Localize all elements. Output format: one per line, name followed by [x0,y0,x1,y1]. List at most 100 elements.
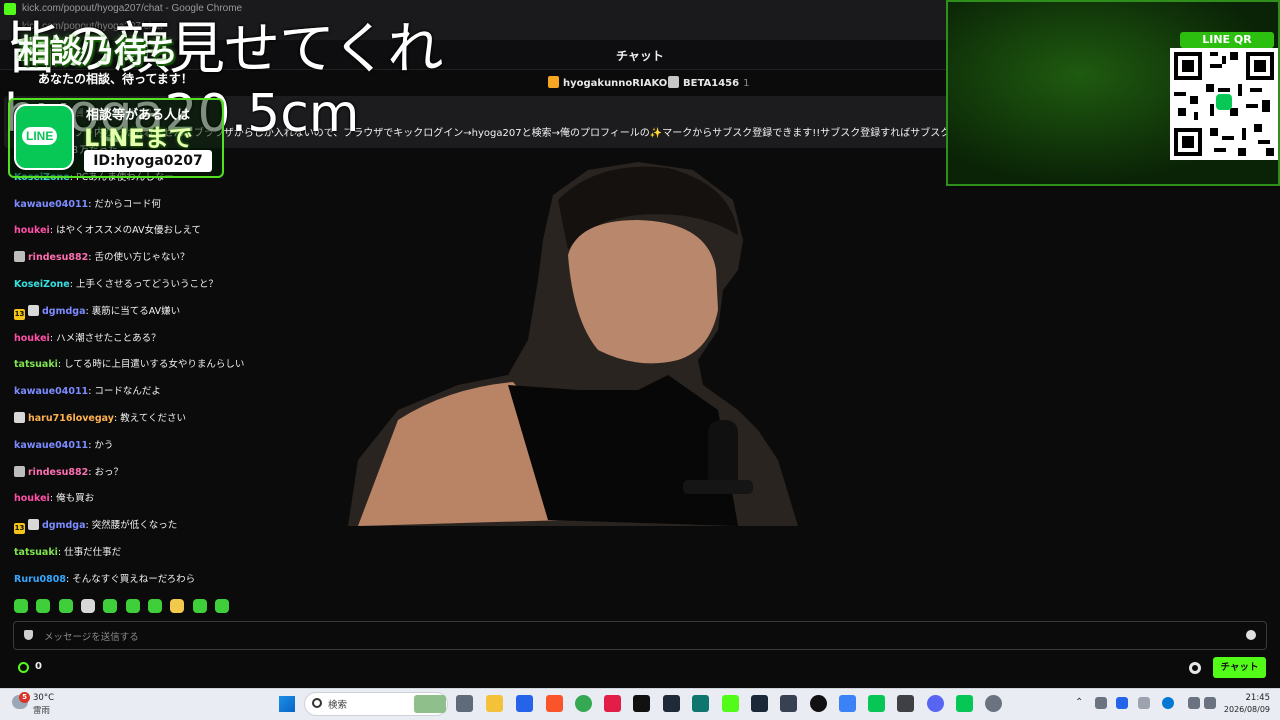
chat-username[interactable]: kawaue04011 [14,199,88,210]
chat-username[interactable]: dgmdga [42,306,86,317]
network-icon[interactable] [1188,697,1200,709]
banner-subline: あなたの相談、待ってます！ [38,72,193,86]
task-view-icon[interactable] [456,695,473,712]
chat-input-placeholder: メッセージを送信する [44,632,139,643]
chat-message-text: 上手くさせるってどういうこと？ [75,279,218,290]
chrome-icon[interactable] [575,695,592,712]
chat-settings-gear-icon[interactable] [1189,662,1201,674]
app-icon[interactable] [516,695,533,712]
app-icon[interactable] [839,695,856,712]
steam-icon[interactable] [751,695,768,712]
app-icon[interactable] [663,695,680,712]
app-icon[interactable] [780,695,797,712]
app-icon[interactable] [810,695,827,712]
chat-message: tatsuaki: 仕事だ仕事だ [14,545,121,561]
chat-message-text: コードなんだよ [94,386,161,397]
chat-message-text: だからコード何 [94,199,161,210]
emote-icon[interactable] [147,599,162,613]
emote-icon[interactable] [80,599,95,613]
chat-message: houkei: はやくオススメのAV女優おしえて [14,223,201,239]
chat-message-text: 俺も買お [56,493,95,504]
chat-message-text: 教えてください [120,413,186,424]
user-badge-icon [14,412,25,423]
chat-message-text: 突然腰が低くなった [91,520,178,531]
channel-points-value: 0 [35,661,42,672]
shield-icon[interactable] [24,630,33,640]
emote-icon[interactable] [36,599,51,613]
chat-message: 13 dgmdga: 突然腰が低くなった [14,518,177,534]
brave-browser-icon[interactable] [546,695,563,712]
onedrive-icon[interactable] [1162,697,1174,709]
weather-temperature: 30°C [33,693,55,703]
chat-message: Ruru0808: そんなすぐ買えねーだろわら [14,572,195,588]
send-chat-button[interactable]: チャット [1213,657,1266,678]
emote-icon[interactable] [170,599,185,613]
file-explorer-icon[interactable] [486,695,503,712]
app-icon[interactable] [692,695,709,712]
banner-line-id: ID:hyoga0207 [84,150,212,172]
top-gifter-2[interactable]: BETA1456 1 [668,76,749,89]
chat-username[interactable]: rindesu882 [28,467,88,478]
emote-quick-bar [14,599,233,615]
emoji-picker-icon[interactable] [1246,630,1256,640]
tray-chevron-up-icon[interactable]: ⌃ [1075,697,1083,708]
chat-message: tatsuaki: してる時に上目遣いする女やりまんらしい [14,357,244,373]
chat-message-input[interactable] [13,621,1267,650]
gifter-name: hyogakunnoRIAKO [563,78,668,89]
chat-username[interactable]: dgmdga [42,520,86,531]
emote-icon[interactable] [125,599,140,613]
chat-username[interactable]: Ruru0808 [14,574,66,585]
emote-icon[interactable] [103,599,118,613]
chat-username[interactable]: kawaue04011 [14,440,88,451]
emote-icon[interactable] [214,599,229,613]
chat-message: kawaue04011: だからコード何 [14,197,161,213]
line-icon[interactable] [868,695,885,712]
chat-username[interactable]: tatsuaki [14,547,58,558]
line-icon[interactable] [956,695,973,712]
taskbar-clock-time[interactable]: 21:45 [1230,693,1271,703]
search-highlight-image [414,695,446,713]
chat-username[interactable]: houkei [14,493,50,504]
chat-username[interactable]: rindesu882 [28,252,88,263]
channel-points-icon[interactable] [18,662,29,673]
chat-message: houkei: ハメ潮させたことある？ [14,331,161,347]
qr-label: LINE QR [1180,32,1274,48]
subscriber-badge-icon: 13 [14,309,25,320]
gifter-count: 1 [743,78,750,89]
tray-app-icon[interactable] [1095,697,1107,709]
chat-message: rindesu882: 舌の使い方じゃない？ [14,250,189,266]
tray-app-icon[interactable] [1138,697,1150,709]
chat-username[interactable]: kawaue04011 [14,386,88,397]
settings-gear-icon[interactable] [985,695,1002,712]
chat-message: haru716lovegay: 教えてください [14,411,186,427]
kick-app-icon[interactable] [722,695,739,712]
tiktok-icon[interactable] [633,695,650,712]
emote-icon[interactable] [58,599,73,613]
chat-username[interactable]: houkei [14,333,50,344]
emote-icon[interactable] [192,599,207,613]
circle-badge-icon [14,466,25,477]
chat-username[interactable]: houkei [14,225,50,236]
circle-badge-icon [14,251,25,262]
banner-line-cta: LINEまで [84,124,193,152]
taskbar-clock-date[interactable]: 2026/08/09 [1222,705,1270,714]
windows-start-icon[interactable] [279,696,295,712]
app-icon[interactable] [604,695,621,712]
chat-username[interactable]: haru716lovegay [28,413,114,424]
top-gifter-1[interactable]: hyogakunnoRIAKO5 [548,76,678,89]
line-logo-text: LINE [22,127,58,145]
volume-icon[interactable] [1204,697,1216,709]
taskbar-search-placeholder: 検索 [328,700,348,711]
chat-message: kawaue04011: かう [14,438,113,454]
chat-message-text: おっ？ [94,467,123,478]
discord-icon[interactable] [927,695,944,712]
chat-message-text: してる時に上目遣いする女やりまんらしい [64,359,245,370]
microphone-icon[interactable] [1116,697,1128,709]
emote-icon[interactable] [14,599,28,613]
chat-message-text: ハメ潮させたことある？ [56,333,161,344]
chat-username[interactable]: KoseiZone [14,279,70,290]
chat-username[interactable]: tatsuaki [14,359,58,370]
chat-message: KoseiZone: 上手くさせるってどういうこと？ [14,277,218,293]
app-icon[interactable] [897,695,914,712]
weather-condition: 雷雨 [33,706,51,716]
